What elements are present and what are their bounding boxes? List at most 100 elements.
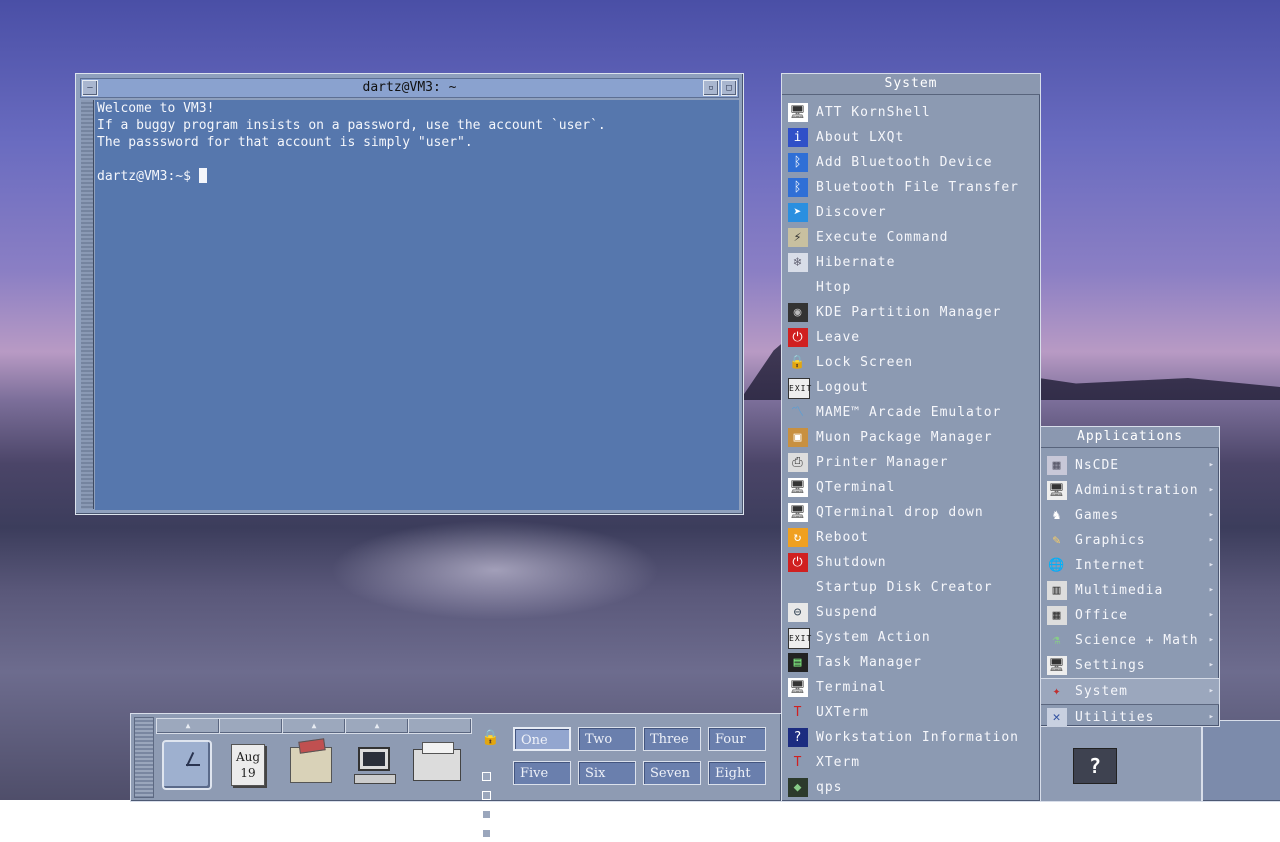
calendar-launcher[interactable]: Aug 19	[219, 736, 277, 794]
workspace-button-six[interactable]: Six	[578, 761, 636, 785]
menu-item-label: Utilities	[1075, 710, 1155, 725]
menu-item-discover[interactable]: ➤ Discover	[782, 200, 1040, 225]
menu-item-administration[interactable]: 🖥 Administration ▸	[1041, 478, 1219, 503]
calendar-icon: Aug 19	[231, 744, 265, 786]
graphics-icon: ✎	[1052, 533, 1062, 548]
workspace-button-two[interactable]: Two	[578, 727, 636, 751]
menu-item-label: Settings	[1075, 658, 1146, 673]
trash-area[interactable]	[1202, 720, 1280, 802]
menu-item-uxterm[interactable]: T UXTerm	[782, 700, 1040, 725]
package-icon: ▣	[788, 428, 808, 447]
submenu-arrow-icon: ▸	[1208, 585, 1215, 595]
system-menu: System 🖥 ATT KornShell i About LXQt ᛒ Add Blu…	[781, 73, 1041, 802]
workspace-button-eight[interactable]: Eight	[708, 761, 766, 785]
menu-item-nscde[interactable]: ▦ NsCDE ▸	[1041, 453, 1219, 478]
menu-item-system-action[interactable]: EXIT System Action	[782, 625, 1040, 650]
menu-item-label: Office	[1075, 608, 1128, 623]
clock-launcher[interactable]	[158, 736, 216, 794]
system-icon: ✦	[1052, 684, 1062, 699]
menu-item-suspend[interactable]: ⊖ Suspend	[782, 600, 1040, 625]
menu-item-label: Htop	[816, 280, 852, 295]
menu-item-games[interactable]: ♞ Games ▸	[1041, 503, 1219, 528]
menu-item-utilities[interactable]: ✕ Utilities ▸	[1041, 705, 1219, 730]
menu-item-label: QTerminal	[816, 480, 896, 495]
window-list-icon[interactable]	[481, 766, 499, 838]
exit-icon: EXIT	[788, 378, 811, 399]
menu-item-hibernate[interactable]: ❄ Hibernate	[782, 250, 1040, 275]
menu-item-multimedia[interactable]: ▥ Multimedia ▸	[1041, 578, 1219, 603]
panel-handle[interactable]	[134, 717, 154, 798]
menu-item-lock-screen[interactable]: 🔒 Lock Screen	[782, 350, 1040, 375]
globe-icon: 🌐	[1048, 558, 1066, 573]
submenu-arrow-icon: ▸	[1208, 560, 1215, 570]
help-manager-icon[interactable]: ?	[1073, 748, 1117, 784]
terminal-line: If a buggy program insists on a password…	[97, 118, 606, 133]
menu-item-logout[interactable]: EXIT Logout	[782, 375, 1040, 400]
menu-item-bluetooth-file-transfer[interactable]: ᛒ Bluetooth File Transfer	[782, 175, 1040, 200]
lock-icon[interactable]: 🔒	[481, 728, 500, 746]
menu-item-xterm[interactable]: T XTerm	[782, 750, 1040, 775]
menu-item-shutdown[interactable]: ⏻ Shutdown	[782, 550, 1040, 575]
menu-item-add-bluetooth-device[interactable]: ᛒ Add Bluetooth Device	[782, 150, 1040, 175]
menu-item-label: System Action	[816, 630, 931, 645]
terminal-output[interactable]: Welcome to VM3! If a buggy program insist…	[95, 100, 739, 510]
subpanel-arrow[interactable]: ▲	[345, 718, 409, 734]
window-title: dartz@VM3: ~	[362, 80, 457, 95]
menu-item-system[interactable]: ✦ System ▸	[1041, 678, 1219, 705]
workspace-button-three[interactable]: Three	[643, 727, 701, 751]
file-manager-launcher[interactable]	[282, 736, 340, 794]
menu-item-att-kornshell[interactable]: 🖥 ATT KornShell	[782, 100, 1040, 125]
menu-item-label: Startup Disk Creator	[816, 580, 993, 595]
nscde-icon: ▦	[1047, 456, 1067, 475]
menu-item-label: qps	[816, 780, 843, 795]
workspace-button-seven[interactable]: Seven	[643, 761, 701, 785]
menu-item-leave[interactable]: ⏻ Leave	[782, 325, 1040, 350]
menu-item-htop[interactable]: Htop	[782, 275, 1040, 300]
menu-item-qps[interactable]: ◆ qps	[782, 775, 1040, 800]
menu-item-qterminal-drop-down[interactable]: 🖥 QTerminal drop down	[782, 500, 1040, 525]
terminal-titlebar[interactable]: — dartz@VM3: ~ ▫ □	[80, 78, 739, 98]
menu-item-printer-manager[interactable]: ⎙ Printer Manager	[782, 450, 1040, 475]
menu-item-label: Multimedia	[1075, 583, 1164, 598]
submenu-arrow-icon: ▸	[1208, 460, 1215, 470]
maximize-button[interactable]: □	[721, 80, 737, 96]
printer-icon: ⎙	[788, 453, 808, 472]
front-panel: ▲ ▲ ▲ Aug 19 🔒 One Two Three Four Five S…	[130, 713, 782, 838]
menu-item-workstation-information[interactable]: ? Workstation Information	[782, 725, 1040, 750]
window-resize-handle[interactable]	[81, 100, 94, 509]
minimize-button[interactable]: ▫	[703, 80, 719, 96]
lock-icon: 🔒	[789, 355, 807, 370]
menu-item-about-lxqt[interactable]: i About LXQt	[782, 125, 1040, 150]
terminal-prompt: dartz@VM3:~$	[97, 169, 199, 184]
subpanel-arrow[interactable]	[219, 718, 283, 734]
menu-item-reboot[interactable]: ↻ Reboot	[782, 525, 1040, 550]
menu-item-task-manager[interactable]: ▤ Task Manager	[782, 650, 1040, 675]
office-icon: ▦	[1047, 606, 1067, 625]
workspace-button-four[interactable]: Four	[708, 727, 766, 751]
terminal-launcher[interactable]	[345, 736, 403, 794]
menu-item-mame-arcade-emulator[interactable]: 〽 MAME™ Arcade Emulator	[782, 400, 1040, 425]
workspace-button-five[interactable]: Five	[513, 761, 571, 785]
menu-item-muon-package-manager[interactable]: ▣ Muon Package Manager	[782, 425, 1040, 450]
workspace-button-one[interactable]: One	[513, 727, 571, 751]
menu-item-execute-command[interactable]: ⚡ Execute Command	[782, 225, 1040, 250]
terminal-window[interactable]: — dartz@VM3: ~ ▫ □ Welcome to VM3! If a b…	[75, 73, 744, 515]
menu-item-label: MAME™ Arcade Emulator	[816, 405, 1002, 420]
printer-launcher[interactable]	[408, 736, 466, 794]
menu-item-office[interactable]: ▦ Office ▸	[1041, 603, 1219, 628]
menu-item-graphics[interactable]: ✎ Graphics ▸	[1041, 528, 1219, 553]
menu-item-qterminal[interactable]: 🖥 QTerminal	[782, 475, 1040, 500]
menu-item-terminal[interactable]: 🖥 Terminal	[782, 675, 1040, 700]
menu-item-startup-disk-creator[interactable]: Startup Disk Creator	[782, 575, 1040, 600]
disk-icon: ◉	[788, 303, 808, 322]
menu-item-settings[interactable]: 🖥 Settings ▸	[1041, 653, 1219, 678]
menu-item-label: Bluetooth File Transfer	[816, 180, 1020, 195]
subpanel-arrow[interactable]: ▲	[282, 718, 346, 734]
subpanel-arrow[interactable]: ▲	[156, 718, 220, 734]
menu-item-science-math[interactable]: ⚗ Science + Math ▸	[1041, 628, 1219, 653]
terminal-icon: 🖥	[788, 678, 808, 697]
menu-item-internet[interactable]: 🌐 Internet ▸	[1041, 553, 1219, 578]
subpanel-arrow[interactable]	[408, 718, 472, 734]
menu-item-kde-partition-manager[interactable]: ◉ KDE Partition Manager	[782, 300, 1040, 325]
